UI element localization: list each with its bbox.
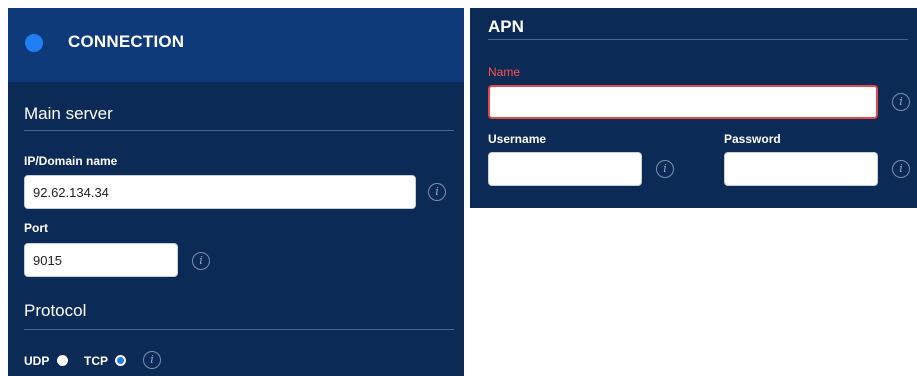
port-input[interactable] — [24, 243, 178, 277]
port-info-icon[interactable]: i — [192, 252, 210, 270]
tcp-label: TCP — [84, 354, 108, 368]
apn-username-input[interactable] — [488, 152, 642, 186]
apn-username-info-icon[interactable]: i — [656, 160, 674, 178]
protocol-info-icon[interactable]: i — [143, 351, 161, 369]
connection-header[interactable]: CONNECTION — [8, 8, 464, 82]
apn-divider — [488, 39, 908, 40]
main-server-title: Main server — [24, 104, 113, 123]
port-label: Port — [24, 221, 48, 235]
status-dot-icon — [25, 34, 43, 52]
udp-radio[interactable] — [57, 355, 68, 366]
apn-name-info-icon[interactable]: i — [892, 93, 910, 111]
ip-info-icon[interactable]: i — [428, 183, 446, 201]
main-server-divider — [24, 130, 454, 131]
protocol-title: Protocol — [24, 301, 87, 320]
ip-domain-label: IP/Domain name — [24, 154, 118, 168]
apn-password-info-icon[interactable]: i — [892, 160, 910, 178]
apn-name-label: Name — [488, 65, 521, 79]
connection-title: CONNECTION — [68, 32, 185, 51]
ip-domain-input[interactable] — [24, 175, 416, 209]
apn-name-input[interactable] — [488, 85, 878, 119]
tcp-radio[interactable] — [115, 355, 126, 366]
protocol-divider — [24, 329, 454, 330]
apn-password-input[interactable] — [724, 152, 878, 186]
connection-panel: CONNECTION Main server IP/Domain name i … — [8, 8, 464, 376]
apn-panel: APN Name i Username i Password i — [470, 8, 917, 208]
udp-label: UDP — [24, 354, 50, 368]
apn-password-label: Password — [724, 132, 781, 146]
apn-username-label: Username — [488, 132, 547, 146]
apn-title: APN — [488, 17, 524, 36]
